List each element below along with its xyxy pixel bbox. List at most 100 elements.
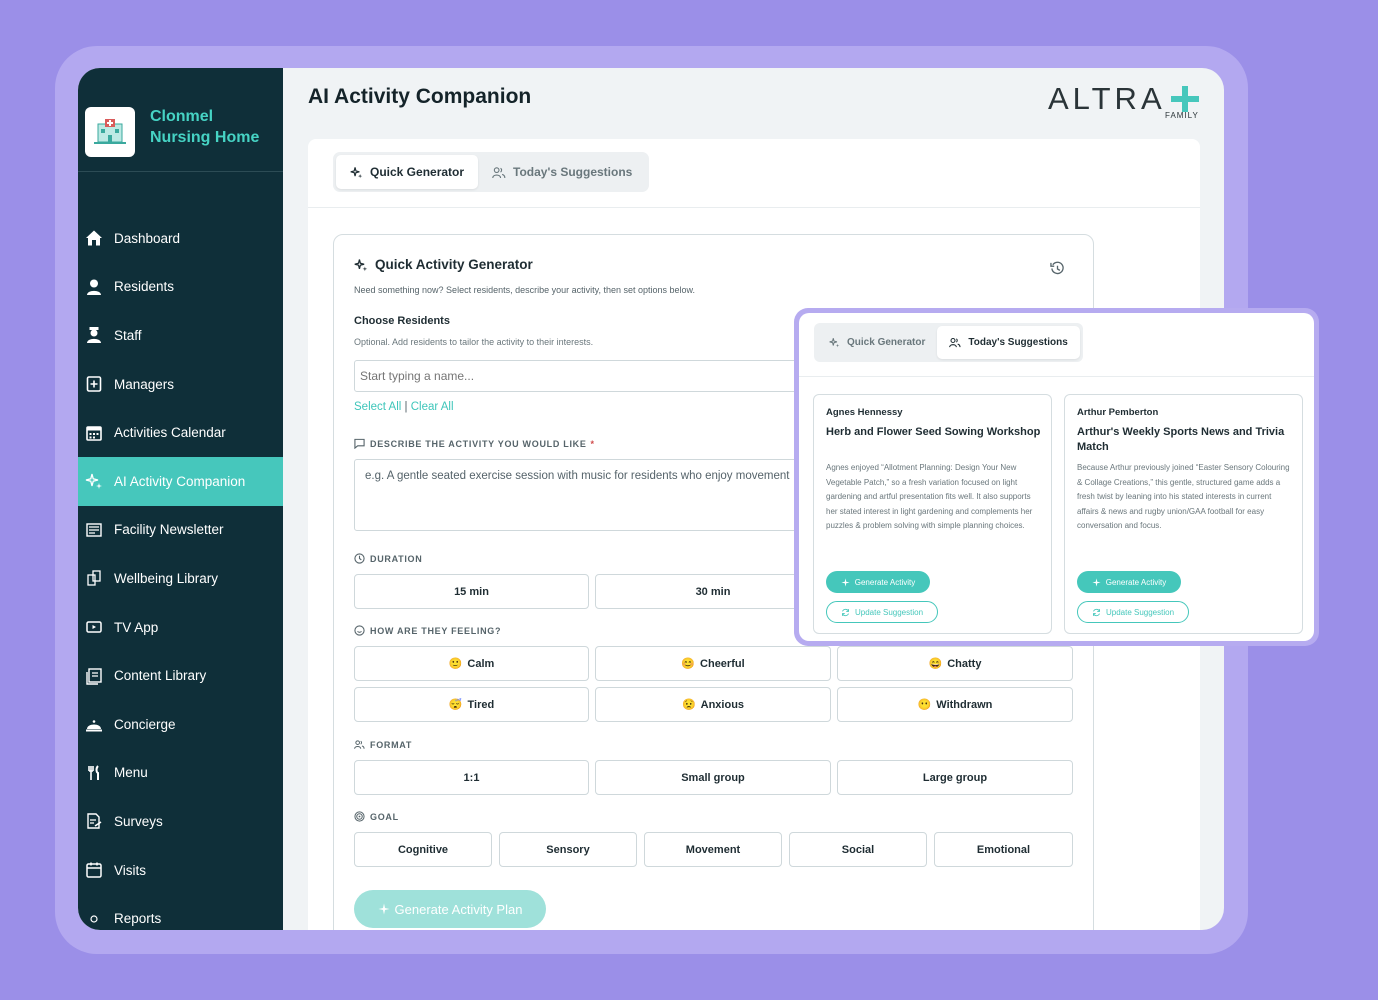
resident-search-input[interactable] — [354, 360, 814, 392]
goal-social-button[interactable]: Social — [789, 832, 927, 867]
goal-emotional-button[interactable]: Emotional — [934, 832, 1073, 867]
sparkle-icon — [354, 258, 368, 272]
facility-logo — [85, 107, 135, 157]
feeling-cheerful-button[interactable]: 😊 Cheerful — [595, 646, 831, 681]
plus-logo-icon — [1171, 86, 1199, 112]
tab-todays-suggestions[interactable]: Today's Suggestions — [937, 326, 1080, 359]
sidebar-item-reports[interactable]: Reports — [78, 894, 283, 930]
format-1-1-button[interactable]: 1:1 — [354, 760, 589, 795]
duration-15-min-button[interactable]: 15 min — [354, 574, 589, 609]
goal-label: GOAL — [354, 811, 399, 822]
feeling-tired-button[interactable]: 😴 Tired — [354, 687, 589, 722]
generate-activity-button[interactable]: Generate Activity — [1077, 571, 1181, 593]
option-label: Tired — [467, 698, 495, 711]
goal-cognitive-button[interactable]: Cognitive — [354, 832, 492, 867]
update-suggestion-button[interactable]: Update Suggestion — [826, 601, 938, 623]
feeling-withdrawn-button[interactable]: 😶 Withdrawn — [837, 687, 1073, 722]
sidebar-item-facility-newsletter[interactable]: Facility Newsletter — [78, 506, 283, 555]
withdrawn-emoji-icon: 😶 — [917, 699, 932, 711]
suggestion-card: Agnes Hennessy Herb and Flower Seed Sowi… — [813, 394, 1052, 634]
sidebar-item-staff[interactable]: Staff — [78, 311, 283, 360]
altra-logo-sub: FAMILY — [1165, 111, 1199, 120]
sidebar-item-visits[interactable]: Visits — [78, 846, 283, 895]
smile-icon — [354, 625, 365, 636]
facility-brand: Clonmel Nursing Home — [78, 68, 283, 172]
tab-label: Quick Generator — [370, 165, 465, 179]
sparkle-icon — [841, 577, 850, 587]
format-small-group-button[interactable]: Small group — [595, 760, 831, 795]
sidebar-item-ai-activity-companion[interactable]: AI Activity Companion — [78, 456, 283, 506]
duration-label-text: DURATION — [370, 553, 423, 564]
generate-activity-button[interactable]: Generate Activity — [826, 571, 930, 593]
page-title: AI Activity Companion — [308, 85, 532, 108]
feeling-calm-button[interactable]: 🙂 Calm — [354, 646, 589, 681]
tab-quick-generator[interactable]: Quick Generator — [817, 326, 937, 359]
required-mark: * — [590, 438, 595, 449]
activity-title: Arthur's Weekly Sports News and Trivia M… — [1077, 426, 1285, 453]
option-label: Calm — [467, 657, 495, 670]
sidebar-item-activities-calendar[interactable]: Activities Calendar — [78, 408, 283, 457]
target-icon — [354, 811, 365, 822]
sidebar-item-wellbeing-library[interactable]: Wellbeing Library — [78, 554, 283, 603]
sidebar-item-label: Activities Calendar — [114, 425, 226, 441]
sidebar-item-label: Residents — [114, 279, 175, 295]
visit-calendar-icon — [85, 861, 103, 879]
activity-reason: Because Arthur previously joined “Easter… — [1077, 463, 1290, 530]
tab-todays-suggestions[interactable]: Today's Suggestions — [478, 155, 646, 189]
refresh-icon — [841, 608, 850, 617]
button-label: Generate Activity — [854, 577, 916, 587]
describe-label-text: DESCRIBE THE ACTIVITY YOU WOULD LIKE — [370, 438, 587, 449]
choose-residents-label: Choose Residents — [354, 315, 450, 327]
option-label: Chatty — [947, 657, 982, 670]
generate-activity-plan-button[interactable]: Generate Activity Plan — [354, 890, 546, 928]
panel-title-text: Quick Activity Generator — [375, 257, 533, 272]
option-label: Anxious — [700, 698, 745, 711]
altra-logo: ALTRA FAMILY — [1048, 81, 1208, 123]
suggestion-card: Arthur Pemberton Arthur's Weekly Sports … — [1064, 394, 1303, 634]
sidebar-item-content-library[interactable]: Content Library — [78, 651, 283, 700]
tired-emoji-icon: 😴 — [448, 699, 463, 711]
link-separator: | — [404, 401, 408, 413]
cheerful-emoji-icon: 😊 — [681, 658, 696, 670]
tab-quick-generator[interactable]: Quick Generator — [336, 155, 479, 189]
suggestions-popout: Quick Generator Today's Suggestions Agne… — [794, 308, 1319, 646]
tab-label: Today's Suggestions — [968, 337, 1068, 348]
format-label: FORMAT — [354, 739, 412, 750]
goal-sensory-button[interactable]: Sensory — [499, 832, 637, 867]
duration-label: DURATION — [354, 553, 422, 564]
button-label: Update Suggestion — [1105, 607, 1175, 617]
users-icon — [949, 337, 961, 348]
feeling-chatty-button[interactable]: 😄 Chatty — [837, 646, 1073, 681]
select-all-link[interactable]: Select All — [354, 401, 401, 413]
report-icon — [85, 910, 103, 928]
sidebar: Clonmel Nursing Home Dashboard Residents… — [78, 68, 283, 930]
sidebar-item-label: Menu — [114, 765, 148, 781]
badge-icon — [85, 375, 103, 393]
chat-icon — [354, 438, 365, 449]
feeling-label: HOW ARE THEY FEELING? — [354, 625, 501, 636]
sidebar-item-dashboard[interactable]: Dashboard — [78, 214, 283, 263]
sidebar-item-surveys[interactable]: Surveys — [78, 797, 283, 846]
altra-logo-text: ALTRA — [1048, 81, 1166, 116]
sidebar-item-concierge[interactable]: Concierge — [78, 700, 283, 749]
sidebar-item-residents[interactable]: Residents — [78, 263, 283, 312]
clear-all-link[interactable]: Clear All — [411, 401, 454, 413]
feeling-anxious-button[interactable]: 😟 Anxious — [595, 687, 831, 722]
update-suggestion-button[interactable]: Update Suggestion — [1077, 601, 1189, 623]
bell-icon — [85, 715, 103, 733]
survey-icon — [85, 812, 103, 830]
sparkle-icon — [829, 337, 840, 348]
button-label: Generate Activity — [1105, 577, 1167, 587]
format-large-group-button[interactable]: Large group — [837, 760, 1073, 795]
sidebar-item-tv-app[interactable]: TV App — [78, 603, 283, 652]
refresh-icon — [1092, 608, 1101, 617]
sidebar-item-menu[interactable]: Menu — [78, 749, 283, 798]
tab-label: Today's Suggestions — [513, 165, 633, 179]
activity-description-input[interactable]: e.g. A gentle seated exercise session wi… — [354, 459, 824, 531]
sidebar-item-label: Content Library — [114, 668, 207, 684]
facility-name: Clonmel Nursing Home — [150, 108, 260, 146]
panel-description: Need something now? Select residents, de… — [354, 285, 696, 295]
goal-movement-button[interactable]: Movement — [644, 832, 782, 867]
history-icon[interactable] — [1050, 261, 1065, 281]
sidebar-item-managers[interactable]: Managers — [78, 360, 283, 409]
